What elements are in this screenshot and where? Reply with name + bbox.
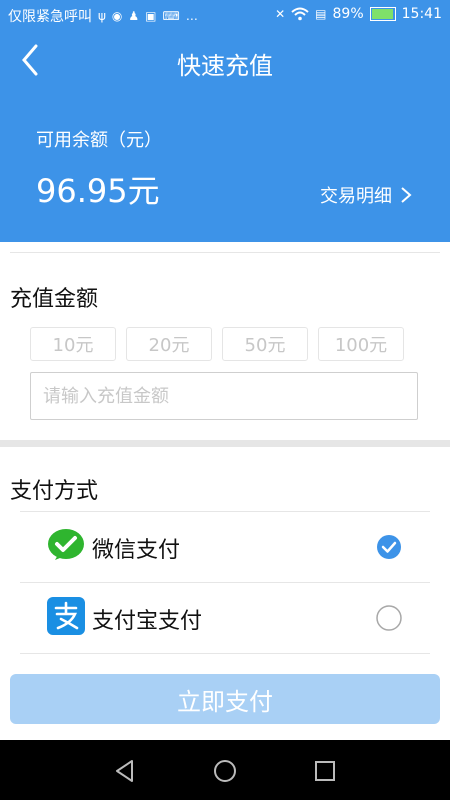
clock: 15:41 [401,6,442,22]
transaction-detail-link[interactable]: 交易明细 [320,182,412,208]
payment-section-title: 支付方式 [10,479,99,504]
battery-percent: 89% [332,6,364,22]
divider [10,252,440,253]
image-icon: ▣ [145,9,157,23]
amount-options: 10元 20元 50元 100元 [30,327,404,361]
section-divider [0,440,450,447]
pay-now-button[interactable]: 立即支付 [10,674,440,724]
keyboard-icon: ⌨ [162,9,180,23]
sim-icon: ▤ [315,7,327,21]
chevron-right-icon [401,187,412,203]
more-icon: … [185,9,198,23]
usb-icon: ψ [98,9,106,23]
recharge-section-title: 充值金额 [10,287,99,312]
amount-option-20[interactable]: 20元 [126,327,212,361]
back-nav-icon[interactable] [110,756,140,786]
payment-method-alipay[interactable]: 支付宝支付 [20,582,430,654]
amount-option-100[interactable]: 100元 [318,327,404,361]
page-title: 快速充值 [177,52,273,80]
balance-label: 可用余额（元） [36,130,162,151]
balance-value: 96.95元 [36,172,160,210]
title-bar: 快速充值 [0,32,450,88]
status-bar: 仅限紧急呼叫 ψ ◉ ♟ ▣ ⌨ … ✕ ▤ 89% 15:41 [0,0,450,32]
carrier-text: 仅限紧急呼叫 [8,9,92,25]
battery-icon [369,7,396,21]
wifi-icon [291,7,309,21]
home-nav-icon[interactable] [210,756,240,786]
status-bar-left: 仅限紧急呼叫 ψ ◉ ♟ ▣ ⌨ … [8,6,198,26]
unchecked-radio-icon[interactable] [376,605,402,631]
transaction-detail-label: 交易明细 [320,186,392,207]
mute-icon: ✕ [275,7,286,21]
amount-option-50[interactable]: 50元 [222,327,308,361]
payment-method-label: 微信支付 [92,538,181,563]
payment-method-wechat[interactable]: 微信支付 [20,511,430,582]
status-bar-right: ✕ ▤ 89% 15:41 [275,6,442,22]
alipay-icon [47,597,85,635]
wechat-pay-icon [48,529,84,560]
payment-method-label: 支付宝支付 [92,609,203,634]
header: 仅限紧急呼叫 ψ ◉ ♟ ▣ ⌨ … ✕ ▤ 89% 15:41 快速充值 可用… [0,0,450,242]
amount-option-10[interactable]: 10元 [30,327,116,361]
amount-input[interactable] [30,372,418,420]
notification-badge-icon: ◉ [111,9,123,23]
battery-fill [371,9,393,19]
navigation-bar [0,740,450,800]
recents-nav-icon[interactable] [310,756,340,786]
android-icon: ♟ [128,9,140,23]
checked-icon[interactable] [376,534,402,560]
